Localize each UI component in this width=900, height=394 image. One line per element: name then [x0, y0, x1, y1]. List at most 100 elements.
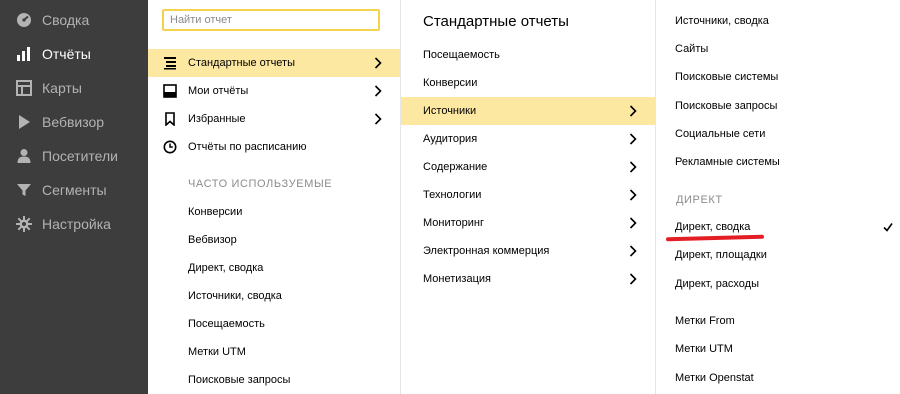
standard-report-item-sources[interactable]: Источники [401, 97, 655, 125]
frequent-item-label: Вебвизор [188, 234, 237, 246]
item-label: Метки Openstat [675, 372, 754, 384]
frequent-item[interactable]: Посещаемость [148, 310, 400, 338]
chevron-right-icon [627, 161, 639, 173]
nav-label: Карты [42, 80, 82, 96]
standard-report-item[interactable]: Мониторинг [401, 209, 655, 237]
source-item[interactable]: Поисковые системы [656, 63, 900, 91]
map-icon [16, 80, 32, 96]
bar-chart-icon [16, 46, 32, 62]
item-label: Мониторинг [423, 217, 485, 229]
nav-item-reports[interactable]: Отчёты [0, 42, 148, 66]
frequent-item-label: Метки UTM [188, 346, 246, 358]
list-icon [163, 56, 177, 70]
frequent-item-label: Конверсии [188, 206, 243, 218]
standard-report-item[interactable]: Содержание [401, 153, 655, 181]
standard-reports-title: Стандартные отчеты [423, 13, 569, 30]
source-item[interactable]: Рекламные системы [656, 148, 900, 176]
source-item[interactable]: Источники, сводка [656, 7, 900, 35]
frequent-item-label: Посещаемость [188, 318, 265, 330]
frequent-item[interactable]: Конверсии [148, 198, 400, 226]
direct-item[interactable]: Директ, расходы [656, 270, 900, 298]
source-item[interactable]: Поисковые запросы [656, 92, 900, 120]
item-label: Электронная коммерция [423, 245, 550, 257]
chevron-right-icon [372, 57, 384, 69]
menu-item-label: Отчёты по расписанию [188, 141, 307, 153]
frequent-item[interactable]: Директ, сводка [148, 254, 400, 282]
item-label: Технологии [423, 189, 482, 201]
item-label: Содержание [423, 161, 488, 173]
dashboard-icon [16, 12, 32, 28]
source-item[interactable]: Сайты [656, 35, 900, 63]
report-search-input[interactable] [162, 9, 380, 31]
nav-label: Сводка [42, 12, 90, 28]
frequent-item-label: Источники, сводка [188, 290, 282, 302]
tag-item[interactable]: Метки From [656, 307, 900, 335]
sidebar: Сводка Отчёты Карты Вебвизор Посетители … [0, 0, 148, 394]
item-label: Монетизация [423, 273, 491, 285]
nav-item-visitors[interactable]: Посетители [0, 144, 148, 168]
standard-report-item[interactable]: Конверсии [401, 69, 655, 97]
play-icon [16, 114, 32, 130]
standard-report-item[interactable]: Посещаемость [401, 41, 655, 69]
standard-report-item[interactable]: Технологии [401, 181, 655, 209]
inbox-icon [163, 84, 177, 98]
nav-label: Сегменты [42, 182, 107, 198]
frequent-item-label: Поисковые запросы [188, 374, 291, 386]
source-item[interactable]: Социальные сети [656, 120, 900, 148]
nav-label: Вебвизор [42, 114, 105, 130]
check-icon [882, 221, 894, 233]
item-label: Источники, сводка [675, 15, 769, 27]
item-label: Источники [423, 105, 477, 117]
funnel-icon [16, 182, 32, 198]
item-label: Сайты [675, 43, 709, 55]
tag-item[interactable]: Метки Openstat [656, 364, 900, 392]
nav-item-webvisor[interactable]: Вебвизор [0, 110, 148, 134]
menu-item-standard-reports[interactable]: Стандартные отчеты [148, 49, 400, 77]
item-label: Аудитория [423, 133, 478, 145]
direct-item[interactable]: Директ, площадки [656, 241, 900, 269]
item-label: Метки From [675, 315, 735, 327]
item-label: Директ, расходы [675, 278, 760, 290]
nav-label: Отчёты [42, 46, 91, 62]
bookmark-icon [163, 112, 177, 126]
frequent-item[interactable]: Метки UTM [148, 338, 400, 366]
menu-item-favorites[interactable]: Избранные [148, 105, 400, 133]
frequent-item[interactable]: Вебвизор [148, 226, 400, 254]
tag-item[interactable]: Метки UTM [656, 335, 900, 363]
chevron-right-icon [372, 85, 384, 97]
frequent-item[interactable]: Источники, сводка [148, 282, 400, 310]
frequent-heading: ЧАСТО ИСПОЛЬЗУЕМЫЕ [188, 178, 333, 190]
frequent-item[interactable]: Поисковые запросы [148, 366, 400, 394]
item-label: Метки UTM [675, 343, 733, 355]
menu-item-label: Стандартные отчеты [188, 57, 295, 69]
item-label: Социальные сети [675, 128, 766, 140]
nav-item-maps[interactable]: Карты [0, 76, 148, 100]
item-label: Директ, сводка [675, 221, 751, 233]
item-label: Посещаемость [423, 49, 500, 61]
item-label: Поисковые системы [675, 71, 779, 83]
standard-report-item[interactable]: Аудитория [401, 125, 655, 153]
chevron-right-icon [372, 113, 384, 125]
chevron-right-icon [627, 105, 639, 117]
chevron-right-icon [627, 217, 639, 229]
item-label: Директ, площадки [675, 249, 767, 261]
standard-report-item[interactable]: Монетизация [401, 265, 655, 293]
item-label: Рекламные системы [675, 156, 780, 168]
chevron-right-icon [627, 189, 639, 201]
clock-icon [163, 140, 177, 154]
item-label: Поисковые запросы [675, 100, 778, 112]
menu-item-label: Мои отчёты [188, 85, 249, 97]
menu-item-scheduled-reports[interactable]: Отчёты по расписанию [148, 133, 400, 161]
frequent-item-label: Директ, сводка [188, 262, 264, 274]
person-icon [16, 148, 32, 164]
chevron-right-icon [627, 133, 639, 145]
standard-report-item[interactable]: Электронная коммерция [401, 237, 655, 265]
nav-item-settings[interactable]: Настройка [0, 212, 148, 236]
chevron-right-icon [627, 273, 639, 285]
menu-item-my-reports[interactable]: Мои отчёты [148, 77, 400, 105]
nav-item-dashboard[interactable]: Сводка [0, 8, 148, 32]
nav-label: Посетители [42, 148, 118, 164]
direct-heading: ДИРЕКТ [676, 194, 723, 206]
item-label: Конверсии [423, 77, 478, 89]
nav-item-segments[interactable]: Сегменты [0, 178, 148, 202]
